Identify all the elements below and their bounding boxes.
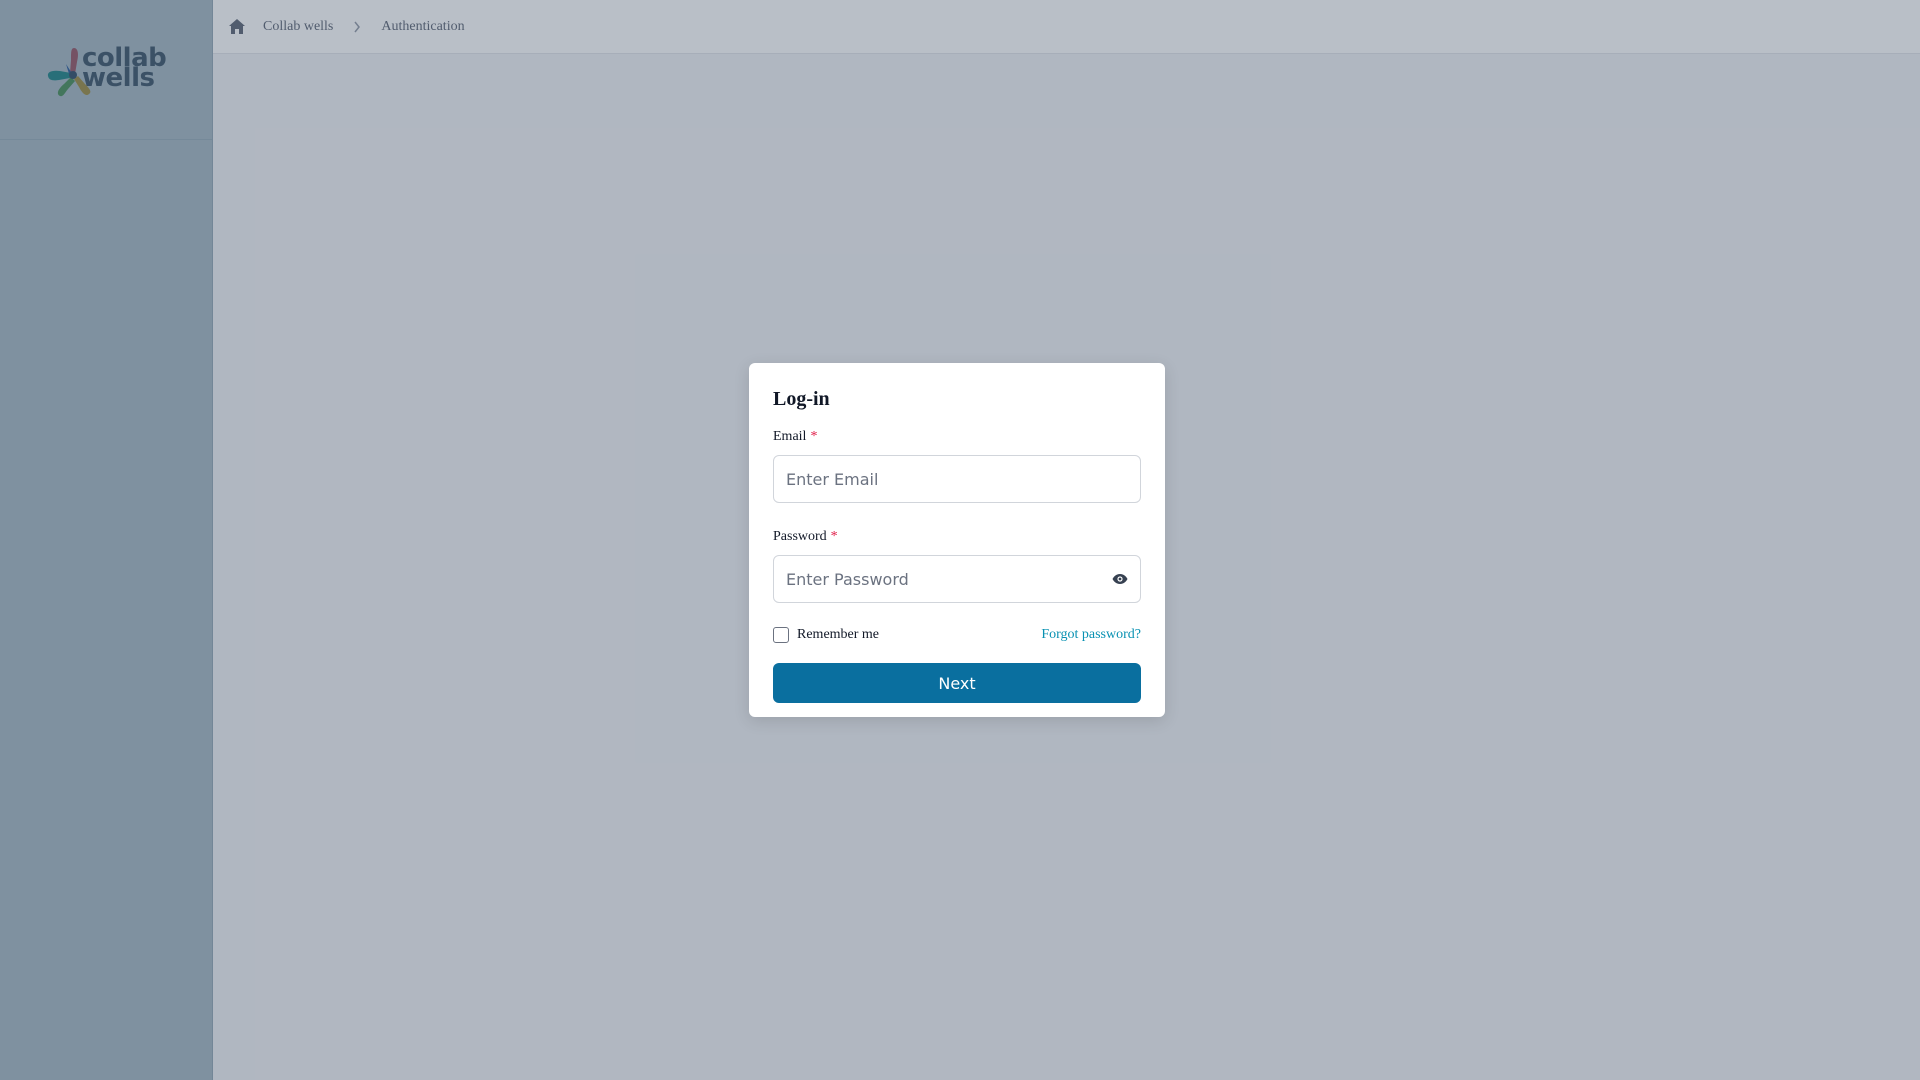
password-label-text: Password bbox=[773, 529, 827, 544]
login-modal: Log-in Email* Password* Remember me bbox=[749, 363, 1165, 717]
app-root: collab wells Collab wells Authentication… bbox=[0, 0, 1920, 1080]
email-label-text: Email bbox=[773, 429, 807, 444]
email-required-marker: * bbox=[810, 429, 818, 444]
forgot-password-link[interactable]: Forgot password? bbox=[1041, 627, 1141, 643]
password-required-marker: * bbox=[830, 529, 838, 544]
eye-icon bbox=[1112, 574, 1128, 584]
remember-me[interactable]: Remember me bbox=[773, 627, 879, 643]
password-visibility-toggle[interactable] bbox=[1111, 571, 1129, 587]
login-options-row: Remember me Forgot password? bbox=[773, 625, 1141, 645]
remember-me-label: Remember me bbox=[797, 627, 880, 642]
next-button[interactable]: Next bbox=[773, 663, 1141, 703]
password-label: Password * bbox=[773, 529, 1141, 545]
password-input-wrap bbox=[773, 555, 1141, 603]
sidebar-backdrop-tint bbox=[0, 0, 213, 1080]
email-input-wrap bbox=[773, 455, 1141, 503]
login-title: Log-in bbox=[773, 388, 830, 410]
email-label: Email * bbox=[773, 429, 1141, 445]
remember-me-checkbox[interactable] bbox=[773, 627, 789, 643]
password-input[interactable] bbox=[773, 555, 1141, 603]
email-input[interactable] bbox=[773, 455, 1141, 503]
